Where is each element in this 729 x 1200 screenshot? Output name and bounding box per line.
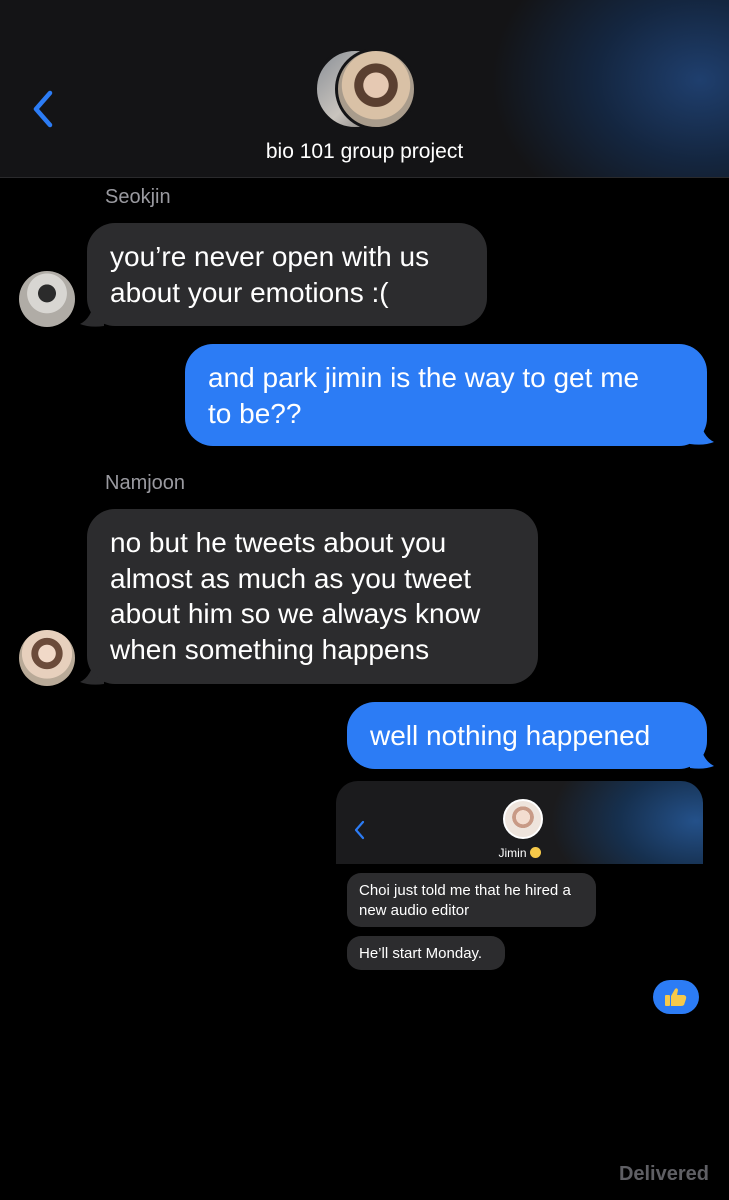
message-line: well nothing happened bbox=[370, 720, 651, 751]
embedded-message-bubble: He’ll start Monday. bbox=[347, 936, 505, 970]
embedded-contact-avatar bbox=[503, 799, 543, 839]
screenshot-attachment[interactable]: Jimin bbox=[336, 781, 703, 864]
message-line: you’re never open with us bbox=[110, 241, 430, 272]
embedded-back-button bbox=[352, 819, 366, 841]
message-line: almost as much as you tweet bbox=[110, 562, 472, 594]
message-line: about your emotions :( bbox=[110, 276, 389, 308]
message-line: Choi just told me that he hired a bbox=[359, 882, 571, 899]
message-bubble-incoming[interactable]: you’re never open with us about your emo… bbox=[87, 223, 487, 326]
sender-name: Seokjin bbox=[105, 186, 171, 208]
message-line: no but he tweets about you bbox=[110, 527, 447, 558]
chevron-left-icon bbox=[354, 820, 365, 840]
embedded-message-bubble: Choi just told me that he hired a new au… bbox=[347, 873, 596, 927]
back-button[interactable] bbox=[28, 88, 64, 134]
message-bubble-incoming[interactable]: no but he tweets about you almost as muc… bbox=[87, 509, 538, 684]
message-bubble-outgoing[interactable]: well nothing happened bbox=[347, 702, 707, 769]
avatar-seokjin[interactable] bbox=[19, 271, 75, 327]
conversation-header: bio 101 group project bbox=[0, 0, 729, 178]
message-line: He’ll start Monday. bbox=[359, 945, 483, 962]
embedded-contact-name: Jimin bbox=[336, 846, 703, 860]
message-bubble-outgoing[interactable]: and park jimin is the way to get me to b… bbox=[185, 344, 707, 446]
thumbs-up-icon bbox=[665, 988, 687, 1006]
group-avatar-2 bbox=[335, 48, 417, 130]
sender-name: Namjoon bbox=[105, 472, 186, 494]
message-line: when something happens bbox=[110, 633, 430, 665]
group-avatar-stack[interactable] bbox=[314, 48, 418, 130]
message-line: and park jimin is the way to get me bbox=[208, 362, 640, 393]
message-line: to be?? bbox=[208, 397, 302, 429]
message-line: about him so we always know bbox=[110, 598, 481, 629]
face-emoji-icon bbox=[529, 847, 541, 858]
group-name[interactable]: bio 101 group project bbox=[0, 140, 729, 164]
thumbs-up-message-bubble[interactable] bbox=[653, 980, 699, 1014]
delivery-status: Delivered bbox=[618, 1163, 709, 1185]
avatar-namjoon[interactable] bbox=[19, 630, 75, 686]
chevron-left-icon bbox=[33, 90, 53, 128]
message-line: new audio editor bbox=[359, 901, 470, 919]
